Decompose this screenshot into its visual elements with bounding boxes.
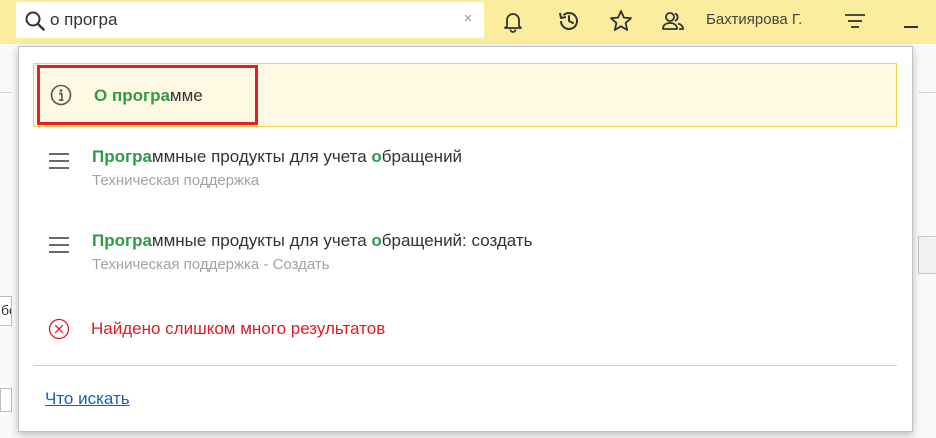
history-icon[interactable] [556,8,582,34]
main-menu-icon[interactable] [842,8,868,34]
minimize-icon[interactable] [898,8,924,34]
search-box[interactable]: × [16,2,484,38]
result-software-products-create[interactable]: Программные продукты для учета обращений… [33,227,897,283]
separator [33,365,897,366]
result-about-program[interactable]: О программе [33,63,897,127]
background-checkbox [0,388,12,412]
bell-icon[interactable] [500,8,526,34]
search-results-dropdown: О программе Программные продукты для уче… [18,46,913,432]
background-divider [0,92,12,93]
error-circle-icon [48,318,70,340]
result-title: Программные продукты для учета обращений [92,147,462,167]
background-field: бо [0,296,12,326]
result-title-match: Програ [92,231,152,250]
result-title-match: о [371,147,382,166]
search-icon [25,11,45,31]
result-title-rest: бращений: создать [381,231,533,250]
menu-lines-icon [49,237,69,253]
result-title-mid: ммные продукты для учета [151,147,372,166]
too-many-results-text: Найдено слишком много результатов [91,319,386,338]
menu-lines-icon [49,153,69,169]
background-divider-right [918,92,936,93]
users-icon[interactable] [660,8,686,34]
result-title-match: о [371,231,382,250]
result-title-mid: ммные продукты для учета [151,231,372,250]
search-input[interactable] [50,7,450,33]
what-to-search-link[interactable]: Что искать [45,389,130,409]
user-name[interactable]: Бахтиярова Г. [706,11,802,28]
result-title-match: Програ [92,147,152,166]
too-many-results: Найдено слишком много результатов [33,313,897,345]
highlight-frame [37,65,258,125]
result-title-rest: бращений [381,147,463,166]
result-software-products[interactable]: Программные продукты для учета обращений… [33,143,897,199]
top-bar: × Бахтиярова Г. [0,0,936,44]
result-subtitle: Техническая поддержка [92,172,260,189]
result-title: Программные продукты для учета обращений… [92,231,533,251]
background-field-text: бо [1,302,11,318]
result-subtitle: Техническая поддержка - Создать [92,256,330,273]
star-icon[interactable] [608,8,634,34]
clear-search-button[interactable]: × [459,9,477,29]
background-button [918,236,936,274]
